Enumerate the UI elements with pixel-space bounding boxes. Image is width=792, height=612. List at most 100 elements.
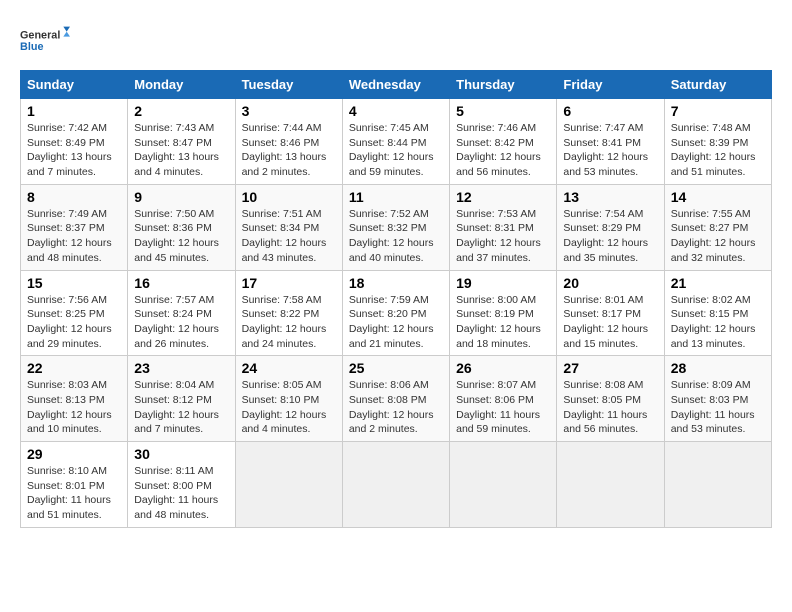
sunrise: Sunrise: 7:53 AM <box>456 207 550 222</box>
daylight: Daylight: 12 hours and 2 minutes. <box>349 408 443 437</box>
day-number: 10 <box>242 189 336 205</box>
day-info: Sunrise: 7:52 AM Sunset: 8:32 PM Dayligh… <box>349 207 443 266</box>
daylight: Daylight: 12 hours and 15 minutes. <box>563 322 657 351</box>
calendar-week-3: 15 Sunrise: 7:56 AM Sunset: 8:25 PM Dayl… <box>21 270 772 356</box>
sunrise: Sunrise: 7:58 AM <box>242 293 336 308</box>
calendar-cell: 5 Sunrise: 7:46 AM Sunset: 8:42 PM Dayli… <box>450 99 557 185</box>
daylight: Daylight: 12 hours and 18 minutes. <box>456 322 550 351</box>
day-info: Sunrise: 7:46 AM Sunset: 8:42 PM Dayligh… <box>456 121 550 180</box>
day-number: 25 <box>349 360 443 376</box>
day-info: Sunrise: 7:57 AM Sunset: 8:24 PM Dayligh… <box>134 293 228 352</box>
calendar-cell: 25 Sunrise: 8:06 AM Sunset: 8:08 PM Dayl… <box>342 356 449 442</box>
sunrise: Sunrise: 7:46 AM <box>456 121 550 136</box>
day-info: Sunrise: 8:02 AM Sunset: 8:15 PM Dayligh… <box>671 293 765 352</box>
daylight: Daylight: 12 hours and 10 minutes. <box>27 408 121 437</box>
day-number: 11 <box>349 189 443 205</box>
sunrise: Sunrise: 8:05 AM <box>242 378 336 393</box>
sunset: Sunset: 8:20 PM <box>349 307 443 322</box>
day-number: 4 <box>349 103 443 119</box>
sunset: Sunset: 8:22 PM <box>242 307 336 322</box>
day-info: Sunrise: 7:43 AM Sunset: 8:47 PM Dayligh… <box>134 121 228 180</box>
daylight: Daylight: 11 hours and 53 minutes. <box>671 408 765 437</box>
sunrise: Sunrise: 8:07 AM <box>456 378 550 393</box>
sunset: Sunset: 8:29 PM <box>563 221 657 236</box>
daylight: Daylight: 12 hours and 56 minutes. <box>456 150 550 179</box>
day-number: 19 <box>456 275 550 291</box>
sunrise: Sunrise: 8:11 AM <box>134 464 228 479</box>
daylight: Daylight: 12 hours and 35 minutes. <box>563 236 657 265</box>
calendar-cell: 3 Sunrise: 7:44 AM Sunset: 8:46 PM Dayli… <box>235 99 342 185</box>
daylight: Daylight: 12 hours and 43 minutes. <box>242 236 336 265</box>
daylight: Daylight: 13 hours and 2 minutes. <box>242 150 336 179</box>
day-number: 9 <box>134 189 228 205</box>
day-info: Sunrise: 8:01 AM Sunset: 8:17 PM Dayligh… <box>563 293 657 352</box>
calendar-week-4: 22 Sunrise: 8:03 AM Sunset: 8:13 PM Dayl… <box>21 356 772 442</box>
calendar-cell: 28 Sunrise: 8:09 AM Sunset: 8:03 PM Dayl… <box>664 356 771 442</box>
sunset: Sunset: 8:08 PM <box>349 393 443 408</box>
calendar-table: SundayMondayTuesdayWednesdayThursdayFrid… <box>20 70 772 528</box>
day-number: 26 <box>456 360 550 376</box>
day-info: Sunrise: 8:09 AM Sunset: 8:03 PM Dayligh… <box>671 378 765 437</box>
sunset: Sunset: 8:17 PM <box>563 307 657 322</box>
calendar-cell: 24 Sunrise: 8:05 AM Sunset: 8:10 PM Dayl… <box>235 356 342 442</box>
day-info: Sunrise: 8:07 AM Sunset: 8:06 PM Dayligh… <box>456 378 550 437</box>
day-number: 15 <box>27 275 121 291</box>
day-number: 20 <box>563 275 657 291</box>
calendar-cell: 7 Sunrise: 7:48 AM Sunset: 8:39 PM Dayli… <box>664 99 771 185</box>
daylight: Daylight: 11 hours and 56 minutes. <box>563 408 657 437</box>
day-number: 21 <box>671 275 765 291</box>
calendar-cell: 22 Sunrise: 8:03 AM Sunset: 8:13 PM Dayl… <box>21 356 128 442</box>
sunset: Sunset: 8:44 PM <box>349 136 443 151</box>
day-info: Sunrise: 7:53 AM Sunset: 8:31 PM Dayligh… <box>456 207 550 266</box>
sunrise: Sunrise: 8:01 AM <box>563 293 657 308</box>
day-number: 16 <box>134 275 228 291</box>
day-info: Sunrise: 7:54 AM Sunset: 8:29 PM Dayligh… <box>563 207 657 266</box>
calendar-cell: 8 Sunrise: 7:49 AM Sunset: 8:37 PM Dayli… <box>21 184 128 270</box>
sunset: Sunset: 8:41 PM <box>563 136 657 151</box>
day-info: Sunrise: 7:42 AM Sunset: 8:49 PM Dayligh… <box>27 121 121 180</box>
day-info: Sunrise: 7:56 AM Sunset: 8:25 PM Dayligh… <box>27 293 121 352</box>
sunrise: Sunrise: 7:57 AM <box>134 293 228 308</box>
daylight: Daylight: 12 hours and 51 minutes. <box>671 150 765 179</box>
day-info: Sunrise: 8:11 AM Sunset: 8:00 PM Dayligh… <box>134 464 228 523</box>
sunrise: Sunrise: 7:44 AM <box>242 121 336 136</box>
daylight: Daylight: 12 hours and 45 minutes. <box>134 236 228 265</box>
sunset: Sunset: 8:31 PM <box>456 221 550 236</box>
header-row: SundayMondayTuesdayWednesdayThursdayFrid… <box>21 71 772 99</box>
sunset: Sunset: 8:39 PM <box>671 136 765 151</box>
calendar-cell: 4 Sunrise: 7:45 AM Sunset: 8:44 PM Dayli… <box>342 99 449 185</box>
day-number: 17 <box>242 275 336 291</box>
daylight: Daylight: 12 hours and 21 minutes. <box>349 322 443 351</box>
day-info: Sunrise: 7:48 AM Sunset: 8:39 PM Dayligh… <box>671 121 765 180</box>
sunset: Sunset: 8:03 PM <box>671 393 765 408</box>
header-sunday: Sunday <box>21 71 128 99</box>
day-number: 5 <box>456 103 550 119</box>
calendar-cell: 15 Sunrise: 7:56 AM Sunset: 8:25 PM Dayl… <box>21 270 128 356</box>
header-wednesday: Wednesday <box>342 71 449 99</box>
day-number: 6 <box>563 103 657 119</box>
calendar-cell: 16 Sunrise: 7:57 AM Sunset: 8:24 PM Dayl… <box>128 270 235 356</box>
calendar-cell: 23 Sunrise: 8:04 AM Sunset: 8:12 PM Dayl… <box>128 356 235 442</box>
sunrise: Sunrise: 8:09 AM <box>671 378 765 393</box>
day-number: 27 <box>563 360 657 376</box>
sunset: Sunset: 8:37 PM <box>27 221 121 236</box>
sunrise: Sunrise: 7:52 AM <box>349 207 443 222</box>
page-header: General Blue <box>20 20 772 60</box>
day-info: Sunrise: 7:51 AM Sunset: 8:34 PM Dayligh… <box>242 207 336 266</box>
calendar-week-5: 29 Sunrise: 8:10 AM Sunset: 8:01 PM Dayl… <box>21 442 772 528</box>
sunset: Sunset: 8:13 PM <box>27 393 121 408</box>
sunrise: Sunrise: 8:02 AM <box>671 293 765 308</box>
calendar-cell <box>235 442 342 528</box>
calendar-cell: 27 Sunrise: 8:08 AM Sunset: 8:05 PM Dayl… <box>557 356 664 442</box>
sunset: Sunset: 8:10 PM <box>242 393 336 408</box>
logo-svg: General Blue <box>20 20 70 60</box>
day-number: 18 <box>349 275 443 291</box>
daylight: Daylight: 13 hours and 4 minutes. <box>134 150 228 179</box>
header-friday: Friday <box>557 71 664 99</box>
logo: General Blue <box>20 20 70 60</box>
day-number: 1 <box>27 103 121 119</box>
header-thursday: Thursday <box>450 71 557 99</box>
svg-text:General: General <box>20 29 60 41</box>
daylight: Daylight: 12 hours and 53 minutes. <box>563 150 657 179</box>
calendar-cell: 21 Sunrise: 8:02 AM Sunset: 8:15 PM Dayl… <box>664 270 771 356</box>
